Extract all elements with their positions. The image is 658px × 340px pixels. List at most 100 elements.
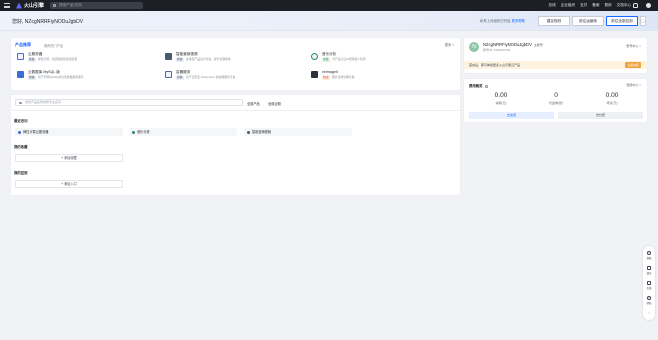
nav-link-pay[interactable]: 支付: [580, 3, 587, 8]
banner-text: 首充后，即可体验更多火山引擎云产品: [469, 63, 521, 67]
recent-item-ecs[interactable]: 弹性计算云服务器: [15, 128, 123, 136]
header-note: 私有上传组织已开启 更多帮助: [480, 18, 525, 23]
product-tag: 免费: [322, 57, 330, 62]
product-item-music[interactable]: 音乐分析 免费 为产品认证AI智能语义检测: [311, 52, 441, 66]
container-icon: [165, 71, 172, 78]
plan-button[interactable]: 建议规划: [538, 16, 570, 26]
account-name: NZcgNRRFiyNODuJgbDV 主账号: [483, 42, 543, 47]
pending-value: 0.00: [605, 92, 619, 99]
product-item-video[interactable]: 智能营销视频 新客 多维度产品演示方案，提升营销效率: [165, 52, 295, 66]
product-desc: 弹性计算，按需购买和使用资源: [38, 57, 78, 61]
help-button[interactable]: 帮助: [643, 294, 655, 306]
apps-section-title: 我的应用: [14, 171, 28, 175]
product-tag: 新客: [28, 57, 36, 62]
product-recommend-card: 产品推荐 推荐热门产品 更多 > 云服务器 新客 弹性计算，按需购买和使用资源 …: [11, 38, 460, 90]
nav-link-bus[interactable]: 总线: [549, 3, 556, 8]
add-favorite-button[interactable]: + 添加收藏: [15, 154, 123, 162]
all-products-link[interactable]: 全部产品: [247, 101, 260, 106]
global-search-input[interactable]: 搜索产品/文档: [50, 2, 143, 9]
headset-icon: [647, 251, 651, 255]
search-placeholder: 搜索产品/文档: [59, 3, 82, 7]
account-name-text: NZcgNRRFiyNODuJgbDV: [483, 42, 532, 47]
add-app-label: 添加入口: [64, 182, 77, 186]
more-products-link[interactable]: 更多 >: [445, 42, 454, 47]
collapse-toolbar-icon[interactable]: ›: [643, 308, 655, 320]
fee-title: 费用概览: [469, 83, 488, 88]
product-tag: 新客: [28, 75, 36, 80]
pay-button[interactable]: 去付费: [558, 112, 643, 119]
account-badge: 主账号: [533, 43, 543, 47]
voucher-value: 0: [554, 92, 558, 99]
voucher-label: 代金券(张): [549, 101, 563, 105]
feedback-icon: [647, 281, 651, 285]
logo[interactable]: 火山引擎: [16, 2, 44, 9]
product-card-title-text: 产品推荐: [15, 42, 31, 47]
account-center-link[interactable]: 账号中心 >: [626, 44, 641, 48]
product-card-subtitle: 推荐热门产品: [44, 43, 64, 48]
feedback-button[interactable]: 反馈: [643, 279, 655, 291]
product-tag: 新客: [176, 75, 184, 80]
product-desc: 基于开源MySQL的高性能数据库服务: [38, 75, 84, 79]
greeting: 您好, NZcgNRRFiyNODuJgbDV: [12, 19, 84, 25]
product-search-input[interactable]: 搜索产品名称或者专业名词: [15, 99, 243, 106]
welcome-header: 您好, NZcgNRRFiyNODuJgbDV 私有上传组织已开启 更多帮助 建…: [0, 11, 658, 31]
recharge-banner: 首充后，即可体验更多火山引擎云产品 立即充值: [464, 61, 647, 69]
collapse-button[interactable]: ▢: [640, 16, 646, 26]
bell-icon[interactable]: [633, 3, 638, 8]
cloud-server-icon: [18, 130, 21, 134]
music-icon: [311, 53, 318, 60]
suggest-button[interactable]: 建议: [643, 264, 655, 276]
search-icon: [19, 101, 22, 104]
top-nav-links: 总线 企业组织 支付 备案 费用 文档中心: [549, 0, 632, 11]
product-item-container[interactable]: 容器服务 新客 基于云原生 Kubernetes 的容器服务平台: [165, 70, 295, 84]
nav-link-docs[interactable]: 文档中心: [617, 3, 631, 8]
recent-section-title: 最近访问: [14, 119, 28, 123]
balance-label: 余额(元): [495, 101, 507, 105]
account-avatar: N: [469, 42, 479, 52]
nav-link-org[interactable]: 企业组织: [561, 3, 575, 8]
search-icon: [53, 4, 56, 7]
recharge-button[interactable]: 去充值: [469, 112, 554, 119]
operator-button[interactable]: 前往运营商: [572, 16, 604, 26]
help-link[interactable]: 更多帮助: [511, 19, 525, 23]
music-icon: [132, 130, 135, 134]
suggest-label: 建议: [646, 272, 652, 275]
menu-icon[interactable]: [4, 3, 10, 8]
add-app-button[interactable]: + 添加入口: [15, 180, 123, 188]
recent-item-video[interactable]: 智能营销视频: [244, 128, 352, 136]
user-avatar-icon[interactable]: [646, 3, 651, 8]
header-note-text: 私有上传组织已开启: [480, 19, 511, 23]
floating-toolbar: 客服 建议 反馈 帮助 ›: [643, 246, 655, 320]
product-search-placeholder: 搜索产品名称或者专业名词: [25, 100, 62, 104]
product-name: veImageX: [322, 70, 339, 74]
product-item-imagex[interactable]: veImageX 热卖 图片智能处理分发: [311, 70, 441, 84]
help-label: 帮助: [646, 302, 652, 305]
top-navbar: 火山引擎 搜索产品/文档 总线 企业组织 支付 备案 费用 文档中心: [0, 0, 658, 11]
support-button[interactable]: 客服: [643, 249, 655, 261]
fee-center-link[interactable]: 费用中心 >: [626, 83, 641, 87]
voucher-stat[interactable]: 0 代金券(张): [531, 92, 581, 105]
add-favorite-label: 添加收藏: [64, 156, 77, 160]
logo-text: 火山引擎: [24, 3, 45, 9]
product-desc: 图片智能处理分发: [332, 75, 355, 79]
product-item-ecs[interactable]: 云服务器 新客 弹性计算，按需购买和使用资源: [17, 52, 147, 66]
nav-link-record[interactable]: 备案: [592, 3, 599, 8]
fee-overview-card: 费用概览 费用中心 > 0.00 余额(元) 0 代金券(张) 0.00 待付(…: [464, 79, 647, 122]
logo-icon: [16, 2, 22, 9]
product-desc: 多维度产品演示方案，提升营销效率: [186, 57, 231, 61]
divider: [11, 110, 460, 111]
balance-value: 0.00: [494, 92, 508, 99]
image-icon: [311, 71, 318, 78]
nav-link-fee[interactable]: 费用: [604, 3, 611, 8]
recharge-now-button[interactable]: 立即充值: [625, 62, 641, 68]
all-apps-button[interactable]: 前往全部应用: [606, 16, 638, 26]
recent-item-music[interactable]: 音乐分析: [129, 128, 237, 136]
all-recent-link[interactable]: 全部近期: [268, 101, 281, 106]
help-icon[interactable]: [484, 84, 488, 88]
product-card-title: 产品推荐: [15, 42, 31, 48]
video-icon: [165, 53, 172, 60]
product-item-mysql[interactable]: 云数据库 MySQL 版 新客 基于开源MySQL的高性能数据库服务: [17, 70, 147, 84]
product-desc: 基于云原生 Kubernetes 的容器服务平台: [186, 75, 236, 79]
pending-stat[interactable]: 0.00 待付(元): [587, 92, 637, 105]
balance-stat[interactable]: 0.00 余额(元): [476, 92, 526, 105]
